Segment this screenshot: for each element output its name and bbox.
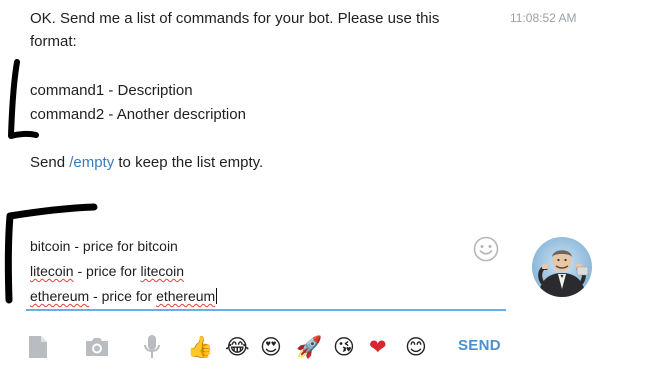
message-line-1: OK. Send me a list of commands for your … [30, 10, 440, 27]
sticker-smile-icon[interactable]: 😊 [405, 334, 427, 360]
bot-avatar[interactable] [532, 237, 592, 297]
voice-record-button[interactable] [138, 333, 166, 361]
botfather-avatar-icon [532, 237, 592, 297]
send-button[interactable]: SEND [458, 337, 501, 354]
sticker-heart-eyes-icon[interactable]: 😍 [260, 334, 282, 360]
input-line-1: bitcoin - price for bitcoin [30, 237, 178, 255]
chat-window: OK. Send me a list of commands for your … [0, 0, 661, 376]
message-timestamp: 11:08:52 AM [510, 11, 577, 25]
marker-annotations [4, 59, 98, 304]
sticker-rocket-icon[interactable]: 🚀 [296, 334, 322, 360]
emoji-smile-icon[interactable] [473, 236, 499, 262]
attach-photo-button[interactable] [83, 333, 111, 361]
send-hint-suffix: to keep the list empty. [114, 154, 264, 171]
microphone-icon [144, 335, 160, 358]
input-underline [26, 309, 506, 311]
input-separator: - price for [89, 288, 157, 304]
input-separator: - price for [70, 238, 138, 254]
input-term-misspelled: litecoin [30, 263, 74, 279]
input-line-3: ethereum - price for ethereum [30, 287, 218, 305]
input-term-misspelled: ethereum [156, 288, 216, 304]
attach-file-button[interactable] [24, 333, 52, 361]
message-example-1: command1 - Description [30, 82, 193, 99]
input-line-2: litecoin - price for litecoin [30, 262, 184, 280]
input-term-misspelled: litecoin [140, 263, 185, 279]
sticker-tears-of-joy-icon[interactable]: 😂 [225, 334, 250, 360]
empty-command-link[interactable]: /empty [69, 154, 114, 171]
sticker-thumbs-up-icon[interactable]: 👍 [187, 334, 213, 360]
camera-icon [86, 338, 108, 356]
message-line-2: format: [30, 33, 77, 50]
send-hint-prefix: Send [30, 154, 70, 171]
message-example-2: command2 - Another description [30, 106, 246, 123]
sticker-kiss-icon[interactable]: 😘 [333, 334, 355, 360]
input-term-misspelled: ethereum [30, 288, 90, 304]
sticker-heart-icon[interactable]: ❤ [369, 334, 387, 360]
input-term: bitcoin [30, 238, 71, 254]
input-term: bitcoin [137, 238, 178, 254]
input-separator: - price for [73, 263, 141, 279]
message-send-hint: Send /empty to keep the list empty. [30, 152, 263, 174]
text-caret [216, 288, 218, 304]
file-icon [29, 336, 47, 358]
